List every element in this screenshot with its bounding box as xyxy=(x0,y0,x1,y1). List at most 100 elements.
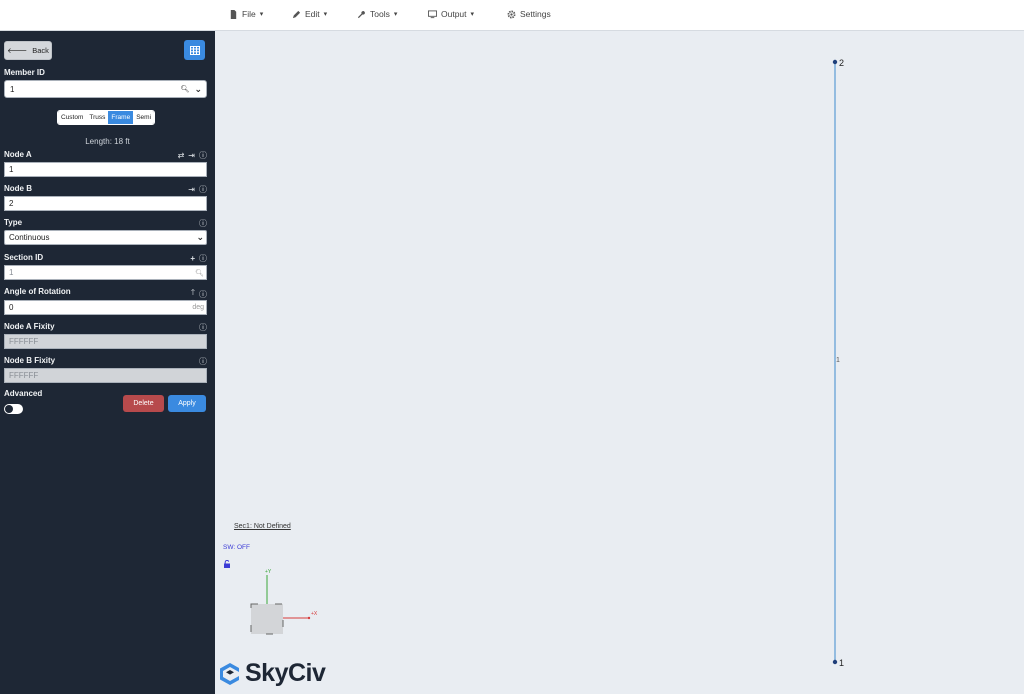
tools-menu[interactable]: Tools ▾ xyxy=(357,9,397,19)
member-id-value: 1 xyxy=(10,84,15,94)
output-menu[interactable]: Output ▾ xyxy=(428,9,474,19)
member-id-select[interactable]: 1 🔍︎ ⌄ xyxy=(4,80,207,98)
node-b-fixity-actions: ⓘ xyxy=(199,356,207,367)
type-select[interactable]: Continuous ⌄ xyxy=(4,230,207,245)
back-button[interactable]: 🡐 Back xyxy=(4,41,52,60)
section-id-input[interactable]: 1 🔍︎ xyxy=(4,265,207,280)
monitor-icon xyxy=(428,9,437,18)
node-b-fixity-label: Node B Fixity xyxy=(4,356,56,365)
unlock-icon[interactable] xyxy=(223,555,231,573)
section-preview xyxy=(250,603,284,635)
advanced-label: Advanced xyxy=(4,389,43,398)
info-icon[interactable]: ⓘ xyxy=(199,253,207,264)
file-menu[interactable]: File ▾ xyxy=(229,9,263,19)
angle-unit: deg xyxy=(192,304,204,311)
search-icon: 🔍︎ xyxy=(180,86,190,93)
edit-menu[interactable]: Edit ▾ xyxy=(292,9,327,19)
info-icon[interactable]: ⓘ xyxy=(199,356,207,367)
advanced-toggle[interactable] xyxy=(4,404,23,414)
node-a-fixity-value: FFFFFF xyxy=(9,337,39,346)
segment-semi[interactable]: Semi xyxy=(133,111,155,124)
chevron-down-icon: ▾ xyxy=(259,11,264,18)
node-bottom-label: 1 xyxy=(839,658,844,668)
node-b-actions: ⇥ ⓘ xyxy=(188,184,207,195)
member-type-segmented-control: Custom Truss Frame Semi xyxy=(57,110,156,125)
sign-in-icon[interactable]: ⇥ xyxy=(188,151,195,160)
table-icon xyxy=(189,45,200,55)
length-label: Length: xyxy=(85,137,112,146)
settings-menu[interactable]: Settings xyxy=(507,9,551,19)
length-value: 18 ft xyxy=(114,137,130,146)
chevron-down-icon: ▾ xyxy=(470,11,475,18)
node-a-actions: ⇄ ⇥ ⓘ xyxy=(178,150,207,161)
segment-truss[interactable]: Truss xyxy=(86,111,109,124)
section-label[interactable]: Sec1: Not Defined xyxy=(234,523,291,530)
gear-icon xyxy=(507,10,516,18)
delete-button[interactable]: Delete xyxy=(123,395,164,412)
section-id-placeholder: 1 xyxy=(9,268,14,277)
angle-of-rotation-input[interactable]: 0 deg xyxy=(4,300,207,315)
node-a-value: 1 xyxy=(9,165,14,174)
back-button-label: Back xyxy=(32,46,49,55)
node-b-value: 2 xyxy=(9,199,14,208)
tools-menu-label: Tools xyxy=(370,9,390,19)
segment-custom[interactable]: Custom xyxy=(58,111,87,124)
info-icon[interactable]: ⓘ xyxy=(199,218,207,229)
node-b-fixity-value: FFFFFF xyxy=(9,371,39,380)
node-a-input[interactable]: 1 xyxy=(4,162,207,177)
node-b-label: Node B xyxy=(4,184,32,193)
skyciv-logo: SkyCiv xyxy=(219,659,326,688)
chevron-down-icon: ⌄ xyxy=(196,232,204,242)
chevron-down-icon: ⌄ xyxy=(194,83,202,94)
node-b-fixity-input[interactable]: FFFFFF xyxy=(4,368,207,383)
section-id-actions: + ⓘ xyxy=(190,253,207,264)
member-sidebar: 🡐 Back Member ID 1 🔍︎ ⌄ Custom Truss Fra… xyxy=(0,31,215,694)
chevron-down-icon: ▾ xyxy=(323,11,328,18)
type-actions: ⓘ xyxy=(199,218,207,229)
info-icon[interactable]: ⓘ xyxy=(199,184,207,195)
member-length: Length: 18 ft xyxy=(0,137,215,146)
wrench-icon xyxy=(357,10,365,18)
model-drawing: 2 1 1 +Y +X xyxy=(250,58,844,668)
arrow-left-icon: 🡐 xyxy=(7,46,28,55)
info-icon[interactable]: ⓘ xyxy=(199,150,207,161)
angle-of-rotation-label: Angle of Rotation xyxy=(4,287,71,296)
node-b-input[interactable]: 2 xyxy=(4,196,207,211)
angle-value: 0 xyxy=(9,303,14,312)
x-axis-end xyxy=(307,616,311,620)
edit-menu-label: Edit xyxy=(305,9,320,19)
angle-actions: 🡑 ⓘ xyxy=(191,287,207,301)
chevron-down-icon: ▾ xyxy=(393,11,398,18)
self-weight-label[interactable]: SW: OFF xyxy=(223,544,250,551)
node-a-fixity-input[interactable]: FFFFFF xyxy=(4,334,207,349)
type-value: Continuous xyxy=(9,233,50,242)
file-menu-label: File xyxy=(242,9,256,19)
node-a-fixity-label: Node A Fixity xyxy=(4,322,55,331)
output-menu-label: Output xyxy=(441,9,467,19)
y-axis-label: +Y xyxy=(265,569,272,575)
skyciv-logo-icon xyxy=(220,662,239,685)
node-bottom[interactable] xyxy=(832,659,838,665)
search-icon: 🔍︎ xyxy=(195,269,204,277)
top-menu-bar: File ▾ Edit ▾ Tools ▾ Output ▾ Settings xyxy=(0,0,1024,31)
info-icon[interactable]: ⓘ xyxy=(199,322,207,333)
node-a-fixity-actions: ⓘ xyxy=(199,322,207,333)
file-icon xyxy=(230,9,237,19)
arrow-up-icon[interactable]: 🡑 xyxy=(191,287,195,301)
apply-button[interactable]: Apply xyxy=(168,395,206,412)
segment-frame[interactable]: Frame xyxy=(108,111,134,124)
settings-menu-label: Settings xyxy=(520,9,551,19)
model-canvas[interactable]: 2 1 1 +Y +X Sec1: Not Defined SW: OFF Sk… xyxy=(215,31,1024,694)
node-top[interactable] xyxy=(832,59,838,65)
plus-icon[interactable]: + xyxy=(190,254,195,263)
member-label: 1 xyxy=(836,357,840,364)
type-label: Type xyxy=(4,218,23,227)
skyciv-logo-text: SkyCiv xyxy=(245,659,326,687)
node-a-label: Node A xyxy=(4,150,32,159)
table-view-button[interactable] xyxy=(184,40,205,60)
member-id-label: Member ID xyxy=(4,68,45,77)
swap-icon[interactable]: ⇄ xyxy=(178,151,185,160)
info-icon[interactable]: ⓘ xyxy=(199,289,207,300)
section-id-label: Section ID xyxy=(4,253,44,262)
sign-in-icon[interactable]: ⇥ xyxy=(188,185,195,194)
